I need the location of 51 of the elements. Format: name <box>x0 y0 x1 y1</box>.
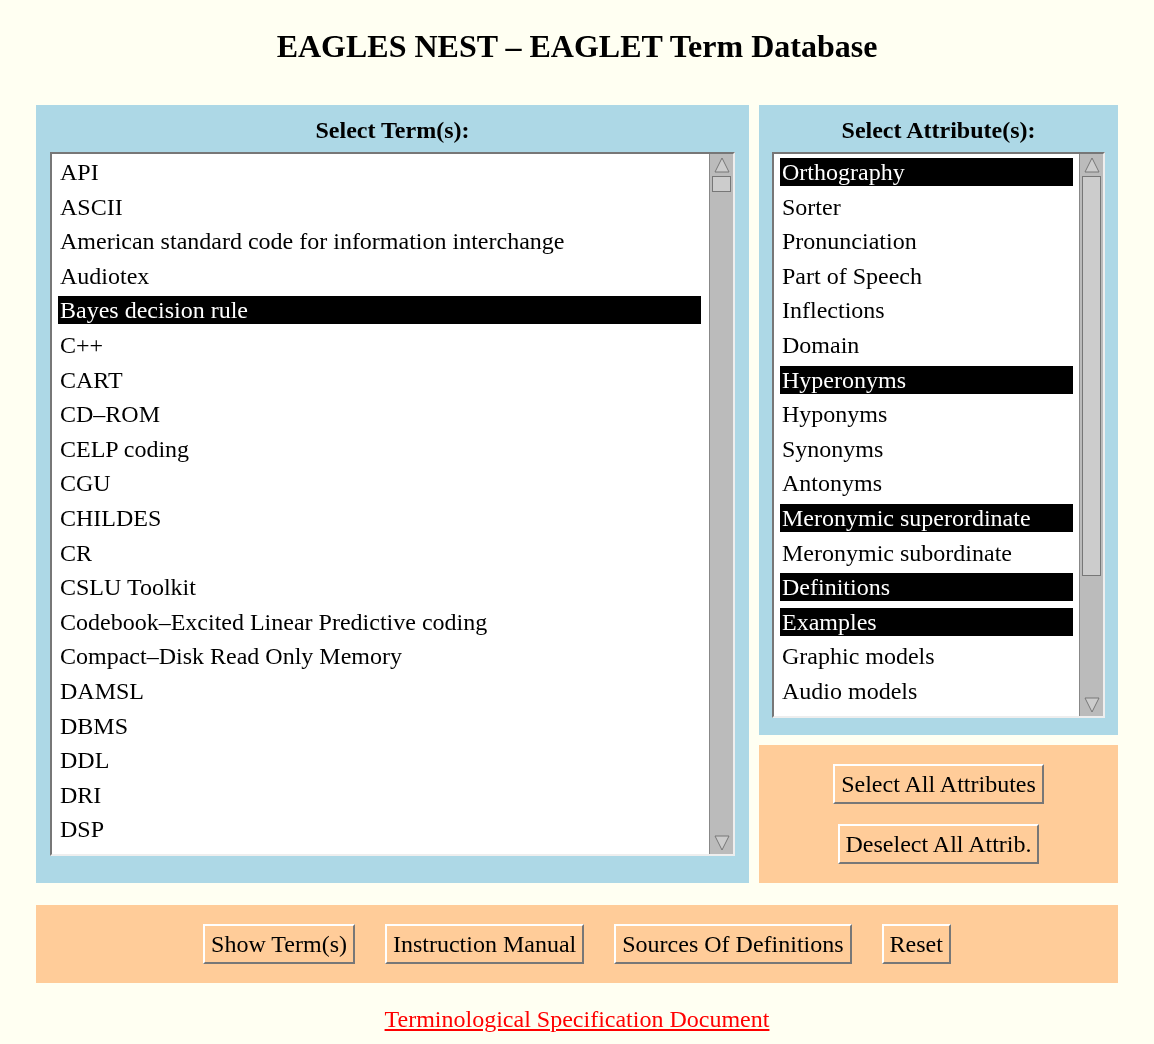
attribute-item[interactable]: Definitions <box>780 573 1073 602</box>
attribute-item[interactable]: Graphic models <box>780 642 1073 671</box>
term-item[interactable]: DBMS <box>58 711 701 740</box>
term-item[interactable]: DDL <box>58 746 701 775</box>
attribute-item[interactable]: Synonyms <box>780 434 1073 463</box>
term-item[interactable]: CR <box>58 538 701 567</box>
action-button[interactable]: Show Term(s) <box>203 924 355 964</box>
term-item[interactable]: Audiotex <box>58 261 701 290</box>
document-link[interactable]: Terminological Specification Document <box>384 1001 770 1037</box>
attribute-item[interactable]: Audio models <box>780 676 1073 705</box>
term-item[interactable]: ASCII <box>58 192 701 221</box>
term-item[interactable]: API <box>58 158 701 186</box>
attribute-item[interactable]: Sorter <box>780 192 1073 221</box>
attribute-item[interactable]: Orthography <box>780 158 1073 186</box>
attributes-listbox[interactable]: Orthography Sorter Pronunciation Part of Speech Inflections Domain Hyperonyms Hyponyms Synonyms Antonyms Meronymic superordinate Meronymic subordinate Definitions Examples Graphic models Audio models <box>772 152 1105 718</box>
terms-heading: Select Term(s): <box>315 116 470 145</box>
term-item[interactable]: CSLU Toolkit <box>58 573 701 602</box>
attribute-item[interactable]: Antonyms <box>780 469 1073 498</box>
action-button[interactable]: Instruction Manual <box>384 924 585 964</box>
term-item[interactable]: CGU <box>58 469 701 498</box>
term-item[interactable]: CD–ROM <box>58 400 701 429</box>
term-item[interactable]: DAMSL <box>58 676 701 705</box>
scrollbar[interactable] <box>709 154 733 854</box>
attribute-item[interactable]: Pronunciation <box>780 227 1073 256</box>
action-button[interactable]: Sources Of Definitions <box>614 924 852 964</box>
attribute-item[interactable]: Hyperonyms <box>780 365 1073 394</box>
term-item[interactable]: C++ <box>58 330 701 359</box>
term-item[interactable]: CHILDES <box>58 503 701 532</box>
scrollbar[interactable] <box>1079 154 1103 716</box>
term-item[interactable]: American standard code for information interchange <box>58 227 701 256</box>
attribute-item[interactable]: Meronymic subordinate <box>780 538 1073 567</box>
attribute-item[interactable]: Domain <box>780 330 1073 359</box>
term-item[interactable]: DSP <box>58 815 701 844</box>
term-item[interactable]: Codebook–Excited Linear Predictive coding <box>58 607 701 636</box>
action-button[interactable]: Deselect All Attrib. <box>837 824 1040 864</box>
term-item[interactable]: CART <box>58 365 701 394</box>
action-button[interactable]: Reset <box>881 924 951 964</box>
page-title: EAGLES NEST – EAGLET Term Database <box>276 27 878 66</box>
scroll-thumb[interactable] <box>712 176 731 192</box>
attribute-item[interactable]: Examples <box>780 607 1073 636</box>
attribute-item[interactable]: Inflections <box>780 296 1073 325</box>
term-item[interactable]: CELP coding <box>58 434 701 463</box>
scroll-thumb[interactable] <box>1082 176 1101 576</box>
attributes-heading: Select Attribute(s): <box>841 116 1036 145</box>
attribute-item[interactable]: Meronymic superordinate <box>780 503 1073 532</box>
attribute-item[interactable]: Hyponyms <box>780 400 1073 429</box>
action-button[interactable]: Select All Attributes <box>833 764 1044 804</box>
term-item[interactable]: DRI <box>58 780 701 809</box>
term-item[interactable]: Bayes decision rule <box>58 296 701 325</box>
attribute-item[interactable]: Part of Speech <box>780 261 1073 290</box>
term-item[interactable]: Compact–Disk Read Only Memory <box>58 642 701 671</box>
